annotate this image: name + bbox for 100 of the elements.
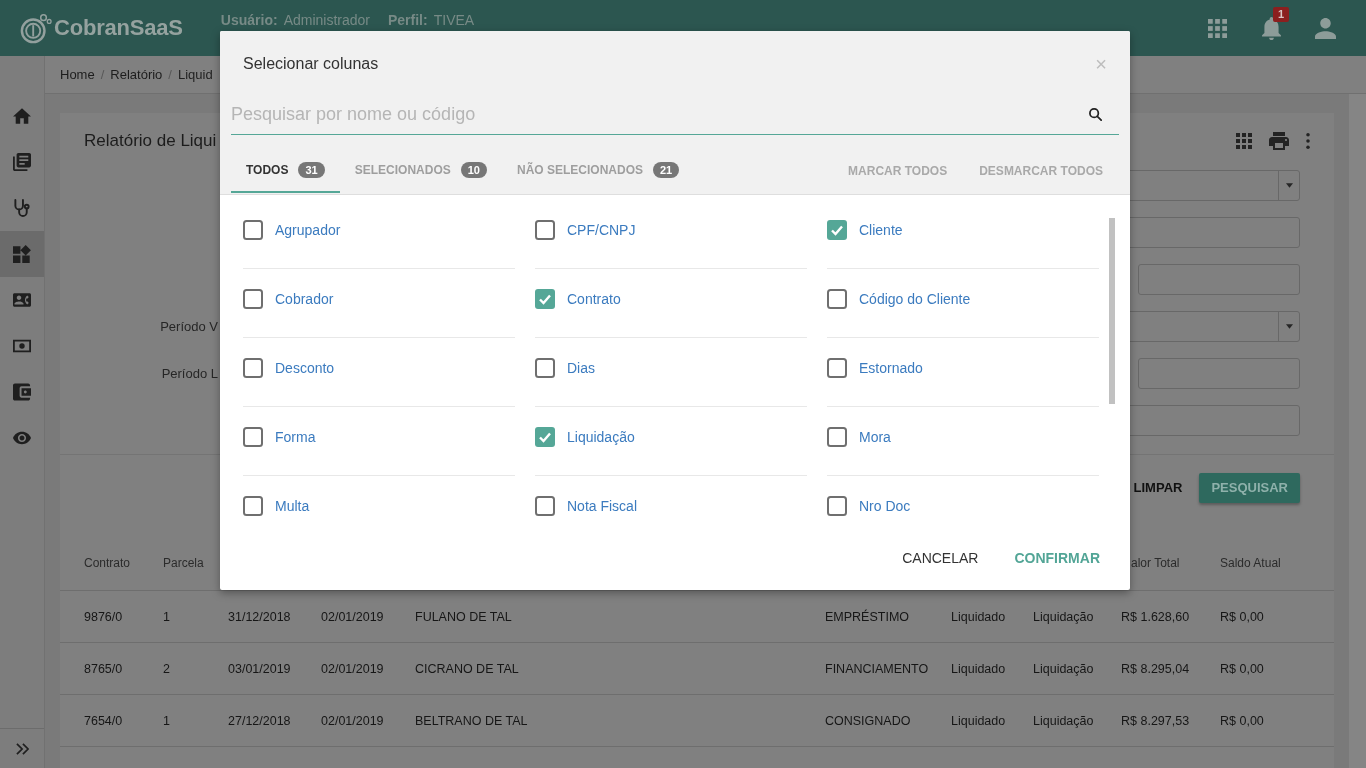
user-name: Administrador <box>283 12 370 28</box>
column-option[interactable]: Estornado <box>827 358 923 378</box>
checkbox[interactable] <box>827 496 847 516</box>
table-cell-text: Liquidação <box>1033 712 1095 730</box>
table-cell-text: R$ 0,00 <box>1220 660 1265 678</box>
stethoscope-icon <box>13 199 31 217</box>
table-cell-text: 03/01/2019 <box>228 660 292 678</box>
tab[interactable]: SELECIONADOS 10 <box>339 149 502 193</box>
column-option[interactable]: Forma <box>243 427 316 447</box>
chevrons-right-icon <box>15 742 29 755</box>
cancel-button[interactable]: CANCELAR <box>886 544 995 572</box>
table-cell-text: FULANO DE TAL <box>415 608 513 626</box>
profile-name: TIVEA <box>433 12 475 28</box>
checkbox[interactable] <box>243 358 263 378</box>
column-option[interactable]: Agrupador <box>243 220 341 240</box>
checkbox[interactable] <box>243 427 263 447</box>
tab[interactable]: NÃO SELECIONADOS 21 <box>501 149 695 193</box>
checkbox[interactable] <box>827 427 847 447</box>
input-field[interactable] <box>1138 264 1300 295</box>
clear-button[interactable]: LIMPAR <box>1129 473 1187 503</box>
column-option[interactable]: Desconto <box>243 358 335 378</box>
print-button[interactable] <box>1267 129 1291 153</box>
tab[interactable]: TODOS 31 <box>231 149 340 193</box>
grid-icon <box>1236 133 1252 149</box>
dialog-title: Selecionar colunas <box>243 55 379 73</box>
table-cell-text: 02/01/2019 <box>321 712 385 730</box>
table-cell-text: R$ 8.297,53 <box>1121 712 1191 730</box>
confirm-button[interactable]: CONFIRMAR <box>998 544 1116 572</box>
input-field[interactable] <box>1138 358 1300 389</box>
contact-card-icon <box>13 291 31 309</box>
home-icon <box>13 107 31 125</box>
table-cell-text: EMPRÉSTIMO <box>825 608 911 626</box>
printer-icon <box>1269 132 1289 150</box>
column-option[interactable]: Mora <box>827 427 891 447</box>
table-cell-text: 02/01/2019 <box>321 608 385 626</box>
report-title: Relatório de Liqui <box>84 131 217 151</box>
logo-text: CobranSaaS <box>54 15 183 41</box>
table-cell-text: BELTRANO DE TAL <box>415 712 529 730</box>
column-option[interactable]: Contrato <box>535 289 621 309</box>
checkbox[interactable] <box>827 220 847 240</box>
bell-icon <box>1261 16 1281 40</box>
table-cell-text: FINANCIAMENTO <box>825 660 930 678</box>
more-vertical-icon <box>1306 133 1310 149</box>
notifications-button[interactable]: 1 <box>1251 0 1291 56</box>
table-cell-text: Liquidação <box>1033 608 1095 626</box>
user-label: Usuário: <box>220 12 278 28</box>
sidebar-item[interactable] <box>0 231 44 277</box>
column-option[interactable]: Nro Doc <box>827 496 911 516</box>
table-cell-text: 9876/0 <box>84 608 124 626</box>
breadcrumb-separator: / <box>167 67 173 82</box>
search-icon <box>1089 108 1102 121</box>
column-option[interactable]: Cobrador <box>243 289 334 309</box>
column-option[interactable]: Liquidação <box>535 427 635 447</box>
books-icon <box>13 153 31 171</box>
column-header: Parcela <box>163 555 205 572</box>
filter-label: Período V <box>159 319 218 334</box>
breadcrumb-separator: / <box>99 67 106 82</box>
profile-label: Perfil: <box>388 12 428 28</box>
checkbox[interactable] <box>243 220 263 240</box>
table-cell-text: 1 <box>163 608 171 626</box>
table-cell-text: 02/01/2019 <box>321 660 385 678</box>
checkbox[interactable] <box>827 289 847 309</box>
search-button[interactable]: PESQUISAR <box>1199 473 1300 503</box>
checkbox[interactable] <box>535 220 555 240</box>
breadcrumb-current: Liquid <box>177 67 213 82</box>
table-cell-text: Liquidado <box>951 608 1007 626</box>
table-cell-text: 27/12/2018 <box>228 712 292 730</box>
table-cell-text: R$ 0,00 <box>1220 608 1265 626</box>
checkbox[interactable] <box>243 496 263 516</box>
search-field[interactable]: Pesquisar por nome ou código <box>231 95 1119 135</box>
table-cell-text: R$ 8.295,04 <box>1121 660 1191 678</box>
user-icon <box>1314 17 1336 39</box>
table-cell-text: CONSIGNADO <box>825 712 912 730</box>
checkbox[interactable] <box>535 427 555 447</box>
count-badge: 10 <box>460 162 487 178</box>
column-header: alor Total <box>1130 555 1181 572</box>
checkbox[interactable] <box>535 289 555 309</box>
table-cell-text: 7654/0 <box>84 712 124 730</box>
checkbox[interactable] <box>243 289 263 309</box>
column-option[interactable]: Código do Cliente <box>827 289 971 309</box>
column-option[interactable]: CPF/CNPJ <box>535 220 636 240</box>
checkbox[interactable] <box>535 496 555 516</box>
table-cell-text: Liquidado <box>951 660 1007 678</box>
table-cell-text: 1 <box>163 712 171 730</box>
checkbox[interactable] <box>535 358 555 378</box>
column-option[interactable]: Nota Fiscal <box>535 496 638 516</box>
count-badge: 21 <box>653 162 680 178</box>
checkbox[interactable] <box>827 358 847 378</box>
caret-down-icon <box>1285 183 1293 188</box>
breadcrumb-link[interactable]: Home <box>60 67 95 82</box>
column-option[interactable]: Dias <box>535 358 595 378</box>
column-header: Contrato <box>84 555 132 572</box>
notification-badge: 1 <box>1273 7 1289 22</box>
breadcrumb-link[interactable]: Relatório <box>110 67 163 82</box>
wallet-icon <box>13 383 31 401</box>
scrollbar-thumb[interactable] <box>1109 218 1115 404</box>
column-option[interactable]: Multa <box>243 496 310 516</box>
column-option[interactable]: Cliente <box>827 220 903 240</box>
banknote-icon <box>13 337 31 355</box>
column-header: Saldo Atual <box>1220 555 1282 572</box>
